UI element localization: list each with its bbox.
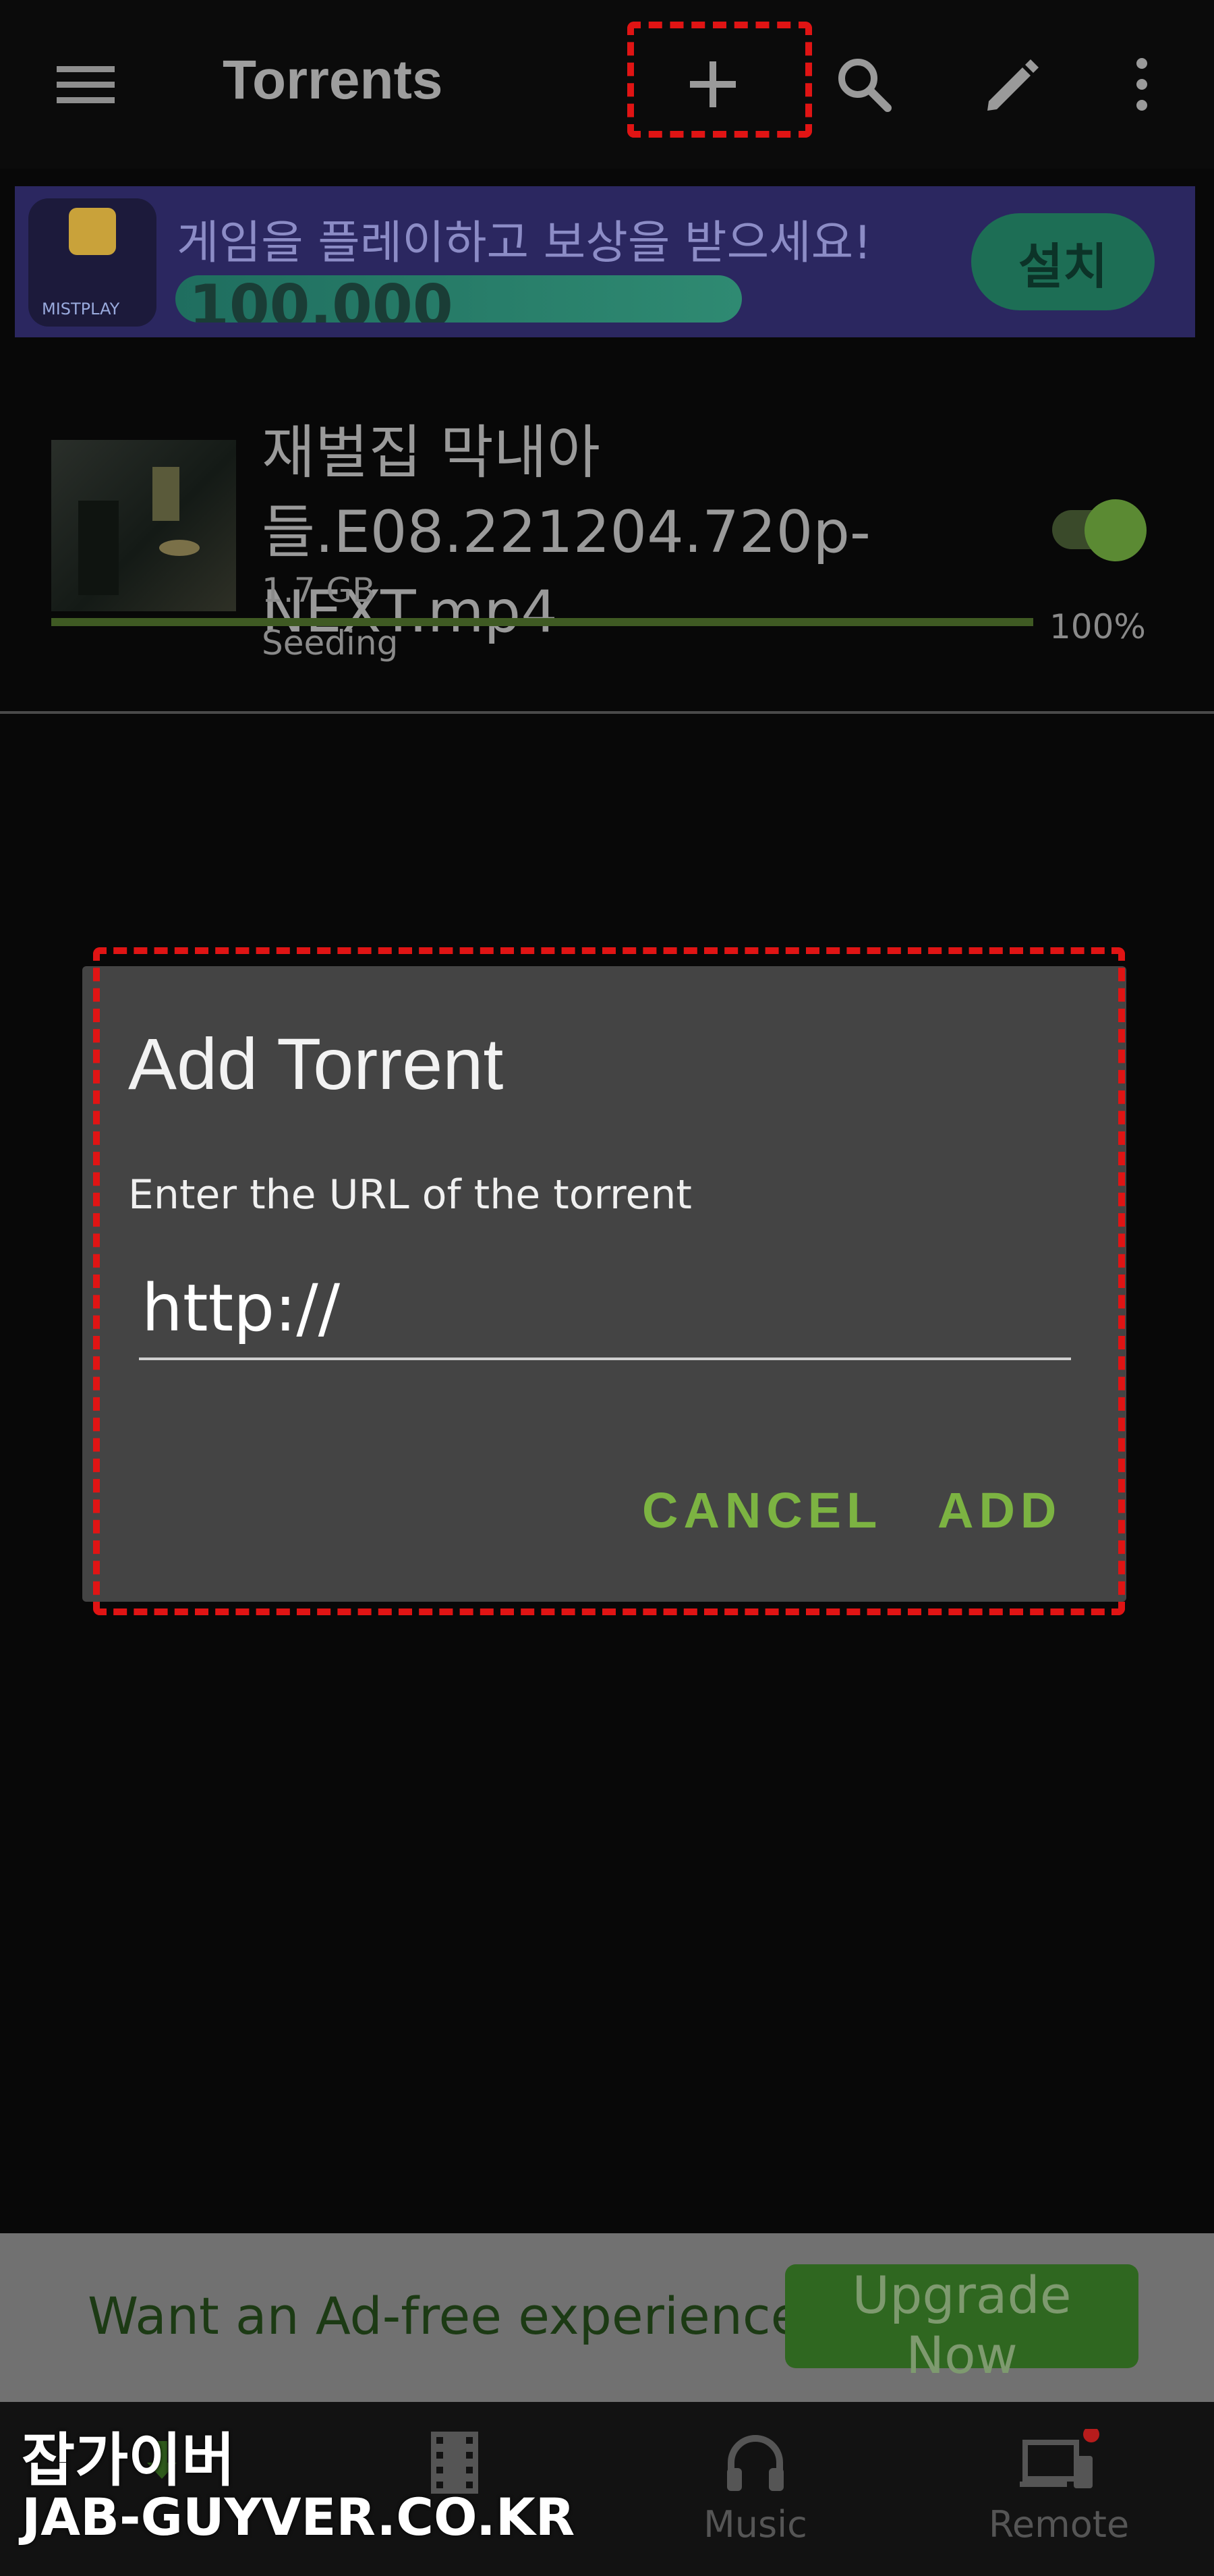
watermark-url: JAB-GUYVER.CO.KR	[22, 2487, 575, 2547]
ad-banner[interactable]: MISTPLAY 게임을 플레이하고 보상을 받으세요! 100,000 설치	[15, 186, 1195, 337]
ad-amount: 100,000	[189, 275, 453, 323]
menu-icon[interactable]	[49, 47, 123, 121]
torrent-name[interactable]: 재벌집 막내아들.E08.221204.720p-NEXT.mp4	[262, 413, 1004, 652]
upgrade-now-button[interactable]: Upgrade Now	[785, 2264, 1138, 2385]
amazon-icon	[69, 208, 116, 255]
torrent-progress-bar	[51, 618, 1033, 626]
dialog-title: Add Torrent	[128, 1023, 504, 1104]
torrent-status: Seeding	[262, 623, 399, 663]
torrent-percent: 100%	[1049, 607, 1146, 646]
ad-progress-bar: 100,000	[175, 275, 742, 323]
upgrade-text: Want an Ad-free experience?	[88, 2286, 830, 2346]
devices-icon	[1020, 2426, 1099, 2488]
ad-brand-label: MISTPLAY	[42, 300, 120, 318]
torrent-thumbnail[interactable]	[51, 440, 236, 611]
edit-icon[interactable]	[975, 47, 1049, 121]
nav-label-music: Music	[703, 2503, 807, 2546]
cancel-button[interactable]: CANCEL	[642, 1482, 882, 1539]
nav-label-remote: Remote	[988, 2503, 1130, 2546]
more-icon[interactable]	[1105, 47, 1179, 121]
nav-item-remote[interactable]: Remote	[958, 2426, 1160, 2564]
search-icon[interactable]	[827, 47, 901, 121]
headphones-icon	[727, 2435, 784, 2491]
ad-text: 게임을 플레이하고 보상을 받으세요!	[177, 217, 872, 270]
add-icon-highlight	[627, 22, 812, 138]
torrent-size: 1.7 GB	[262, 571, 376, 610]
film-icon	[431, 2432, 478, 2494]
add-button[interactable]: ADD	[937, 1482, 1062, 1539]
nav-item-music[interactable]: Music	[654, 2429, 857, 2564]
mistplay-app-icon: MISTPLAY	[28, 198, 156, 327]
torrent-url-input[interactable]	[139, 1259, 1071, 1360]
dialog-message: Enter the URL of the torrent	[128, 1171, 692, 1219]
page-title: Torrents	[223, 49, 443, 111]
install-button[interactable]: 설치	[971, 213, 1155, 310]
torrent-toggle-knob[interactable]	[1085, 499, 1147, 561]
watermark-title: 잡가이버	[22, 2427, 235, 2494]
list-divider	[0, 711, 1214, 714]
